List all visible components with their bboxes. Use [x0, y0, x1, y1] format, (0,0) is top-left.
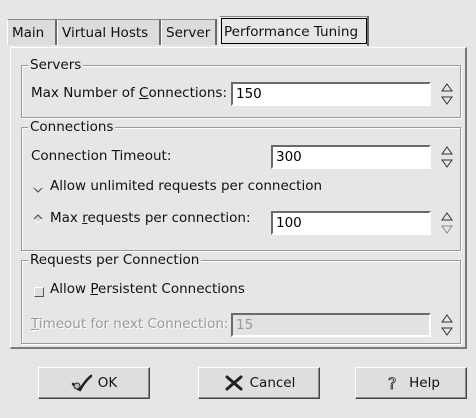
requests-per-connection-legend: Requests per Connection [28, 252, 202, 268]
ok-button[interactable]: OK [38, 367, 150, 399]
max-requests-spinner[interactable] [440, 211, 454, 235]
connection-timeout-input[interactable] [271, 145, 431, 169]
connections-legend: Connections [28, 119, 116, 135]
timeout-next-connection-input[interactable] [231, 313, 431, 337]
max-requests-label: Max requests per connection: [50, 210, 251, 226]
max-connections-label: Max Number of Connections: [31, 85, 228, 101]
connection-timeout-label: Connection Timeout: [31, 148, 172, 164]
help-button-label: Help [409, 375, 440, 391]
tab-main-label: Main [12, 25, 45, 41]
servers-legend: Servers [28, 57, 84, 73]
unlimited-requests-radio[interactable] [33, 183, 43, 193]
spin-arrows-icon [441, 212, 453, 234]
spin-arrows-icon [441, 146, 453, 168]
tab-performance-tuning[interactable]: Performance Tuning [219, 16, 369, 46]
ok-button-label: OK [97, 375, 118, 391]
tab-server-label: Server [166, 25, 211, 41]
unlimited-requests-label: Allow unlimited requests per connection [50, 178, 323, 194]
persistent-connections-label: Allow Persistent Connections [50, 281, 245, 297]
tab-virtual-hosts-label: Virtual Hosts [62, 25, 149, 41]
timeout-next-connection-label: Timeout for next Connection: [31, 316, 229, 332]
max-connections-input[interactable] [231, 82, 431, 106]
tab-server[interactable]: Server [161, 19, 217, 45]
svg-text:?: ? [388, 374, 397, 393]
connection-timeout-spinner[interactable] [440, 145, 454, 169]
persistent-connections-checkbox[interactable] [34, 287, 44, 297]
timeout-next-connection-spinner[interactable] [440, 313, 454, 337]
help-button[interactable]: ? Help [355, 367, 467, 399]
cancel-button[interactable]: Cancel [198, 367, 320, 399]
tab-performance-tuning-label: Performance Tuning [224, 24, 359, 40]
max-connections-spinner[interactable] [440, 82, 454, 106]
ok-check-icon [71, 374, 92, 392]
help-question-icon: ? [388, 374, 397, 393]
spin-arrows-icon [441, 83, 453, 105]
cancel-button-label: Cancel [249, 375, 296, 391]
cancel-x-icon [225, 375, 243, 391]
max-requests-radio[interactable] [33, 214, 43, 224]
max-requests-input[interactable] [271, 211, 431, 235]
tab-main[interactable]: Main [7, 19, 57, 45]
spin-arrows-icon [441, 314, 453, 336]
tab-virtual-hosts[interactable]: Virtual Hosts [57, 19, 161, 45]
